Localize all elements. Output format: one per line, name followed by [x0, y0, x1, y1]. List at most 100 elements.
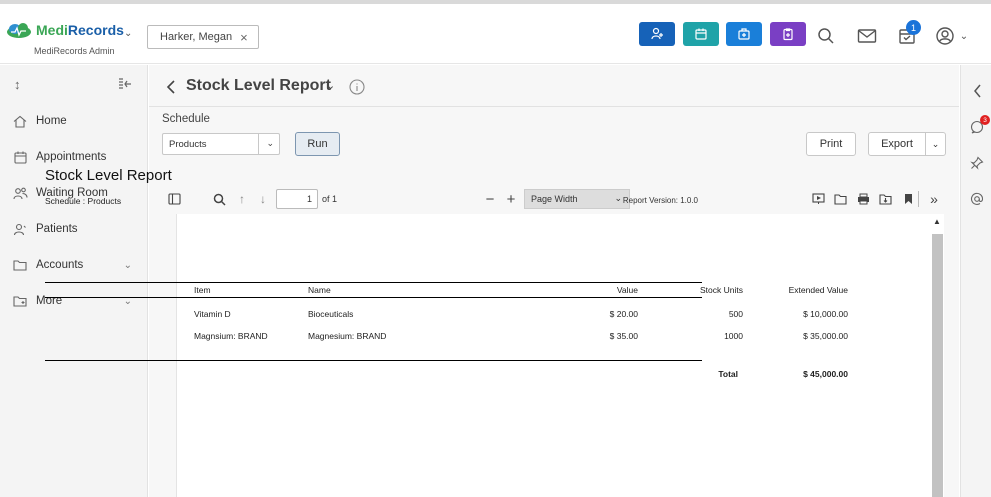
page-title: Stock Level Report: [186, 77, 331, 94]
right-panel: 3: [960, 65, 991, 497]
info-icon[interactable]: [349, 79, 365, 95]
report-title: Stock Level Report: [45, 167, 172, 184]
report-schedule: Schedule : Products: [45, 196, 122, 206]
total-label: Total: [718, 369, 738, 379]
folder-icon: [12, 259, 28, 271]
presentation-icon[interactable]: [810, 191, 826, 207]
row-stock-units: 1000: [724, 331, 743, 341]
pin-icon[interactable]: [969, 155, 985, 171]
brand-chevron-down-icon[interactable]: ⌄: [124, 28, 132, 39]
brand-logo[interactable]: MediRecords: [6, 22, 124, 38]
previous-page-icon[interactable]: ↑: [234, 191, 250, 207]
sidebar-item-accounts[interactable]: Accounts ⌄: [0, 247, 148, 283]
sidebar-item-label: Appointments: [36, 151, 107, 163]
collapse-sidebar-icon[interactable]: [118, 78, 132, 90]
report-version: Report Version: 1.0.0: [622, 196, 698, 205]
more-tools-icon[interactable]: »: [926, 191, 942, 207]
user-avatar-icon[interactable]: [933, 24, 957, 48]
download-icon[interactable]: [877, 191, 893, 207]
column-header-extended-value: Extended Value: [788, 285, 848, 295]
chevron-down-icon[interactable]: ⌄: [124, 260, 132, 271]
sidebar-toggle-icon[interactable]: [166, 191, 182, 207]
next-page-icon[interactable]: ↓: [255, 191, 271, 207]
home-icon: [12, 115, 28, 128]
sidebar-item-patients[interactable]: Patients: [0, 211, 148, 247]
run-button[interactable]: Run: [295, 132, 340, 156]
expand-panel-chevron-icon[interactable]: [969, 83, 985, 99]
app-header: MediRecords ⌄ MediRecords Admin Harker, …: [0, 4, 991, 64]
mail-icon[interactable]: [855, 24, 879, 48]
scrollbar-thumb[interactable]: [932, 234, 943, 497]
zoom-out-icon[interactable]: −: [482, 191, 498, 208]
row-extended-value: $ 10,000.00: [803, 309, 848, 319]
print-button[interactable]: Print: [806, 132, 856, 156]
row-name: Bioceuticals: [308, 309, 354, 319]
total-value: $ 45,000.00: [803, 369, 848, 379]
report-scrollbar[interactable]: ▲: [930, 214, 944, 497]
row-extended-value: $ 35,000.00: [803, 331, 848, 341]
print-icon[interactable]: [855, 191, 871, 207]
toolbar-divider: [918, 191, 919, 207]
medical-kit-button[interactable]: [726, 22, 762, 46]
back-chevron-icon[interactable]: [166, 80, 176, 94]
chat-badge: 3: [980, 115, 990, 125]
schedule-label: Schedule: [162, 113, 210, 125]
sidebar-item-more[interactable]: More ⌄: [0, 283, 148, 319]
sidebar-item-label: Accounts: [36, 259, 84, 271]
column-header-name: Name: [308, 285, 331, 295]
report-total-rule: [45, 360, 702, 361]
search-icon[interactable]: [211, 191, 227, 207]
sidebar: ↕ Home Appointments Waiting Room Patient…: [0, 65, 148, 497]
sidebar-item-label: Patients: [36, 223, 78, 235]
report-document: [176, 214, 944, 497]
close-icon[interactable]: ×: [240, 30, 248, 45]
export-button[interactable]: Export ⌄: [868, 132, 946, 156]
brand-name: MediRecords: [36, 22, 124, 38]
appointment-button[interactable]: [683, 22, 719, 46]
notification-badge: 1: [906, 20, 921, 35]
chevron-down-icon: ⌄: [266, 138, 274, 148]
folder-plus-icon: [12, 295, 28, 307]
clipboard-icon: [783, 28, 793, 41]
sidebar-item-label: Home: [36, 115, 67, 127]
medical-bag-icon: [738, 28, 750, 40]
report-column-rule: [45, 297, 702, 298]
title-bar: Stock Level Report ⌄: [149, 65, 959, 107]
at-mention-icon[interactable]: [969, 191, 985, 207]
search-icon[interactable]: [814, 24, 838, 48]
person-icon: [12, 223, 28, 236]
column-header-item: Item: [194, 285, 211, 295]
row-value: $ 20.00: [609, 309, 638, 319]
column-header-stock-units: Stock Units: [700, 285, 743, 295]
patient-tag[interactable]: Harker, Megan ×: [147, 25, 259, 49]
main-content: Stock Level Report ⌄ Schedule Products ⌄…: [149, 65, 959, 497]
row-item: Magnsium: BRAND: [194, 331, 268, 341]
report-header-rule: [45, 282, 702, 283]
select-divider: [258, 134, 259, 154]
page-count: of 1: [322, 194, 338, 204]
row-name: Magnesium: BRAND: [308, 331, 387, 341]
export-chevron-down-icon[interactable]: ⌄: [926, 139, 945, 150]
column-header-value: Value: [616, 285, 638, 295]
title-dropdown-chevron-icon[interactable]: ⌄: [326, 79, 335, 92]
add-patient-button[interactable]: [639, 22, 675, 46]
resize-vertical-icon[interactable]: ↕: [14, 77, 21, 92]
clipboard-button[interactable]: [770, 22, 806, 46]
row-stock-units: 500: [728, 309, 743, 319]
open-file-icon[interactable]: [832, 191, 848, 207]
people-icon: [12, 187, 28, 200]
patient-name: Harker, Megan: [160, 31, 233, 43]
sidebar-item-home[interactable]: Home: [0, 103, 148, 139]
page-number-input[interactable]: 1: [276, 189, 318, 209]
user-chevron-down-icon[interactable]: ⌄: [957, 24, 971, 48]
bookmark-icon[interactable]: [900, 191, 916, 207]
row-value: $ 35.00: [609, 331, 638, 341]
scroll-up-icon[interactable]: ▲: [933, 217, 941, 226]
sidebar-top: ↕: [0, 65, 148, 105]
calendar-icon: [695, 28, 707, 40]
schedule-select[interactable]: Products ⌄: [162, 133, 280, 155]
logo-cloud-icon: [7, 23, 31, 38]
schedule-select-value: Products: [169, 138, 207, 150]
calendar-icon: [12, 151, 28, 164]
zoom-in-icon[interactable]: +: [503, 191, 519, 208]
